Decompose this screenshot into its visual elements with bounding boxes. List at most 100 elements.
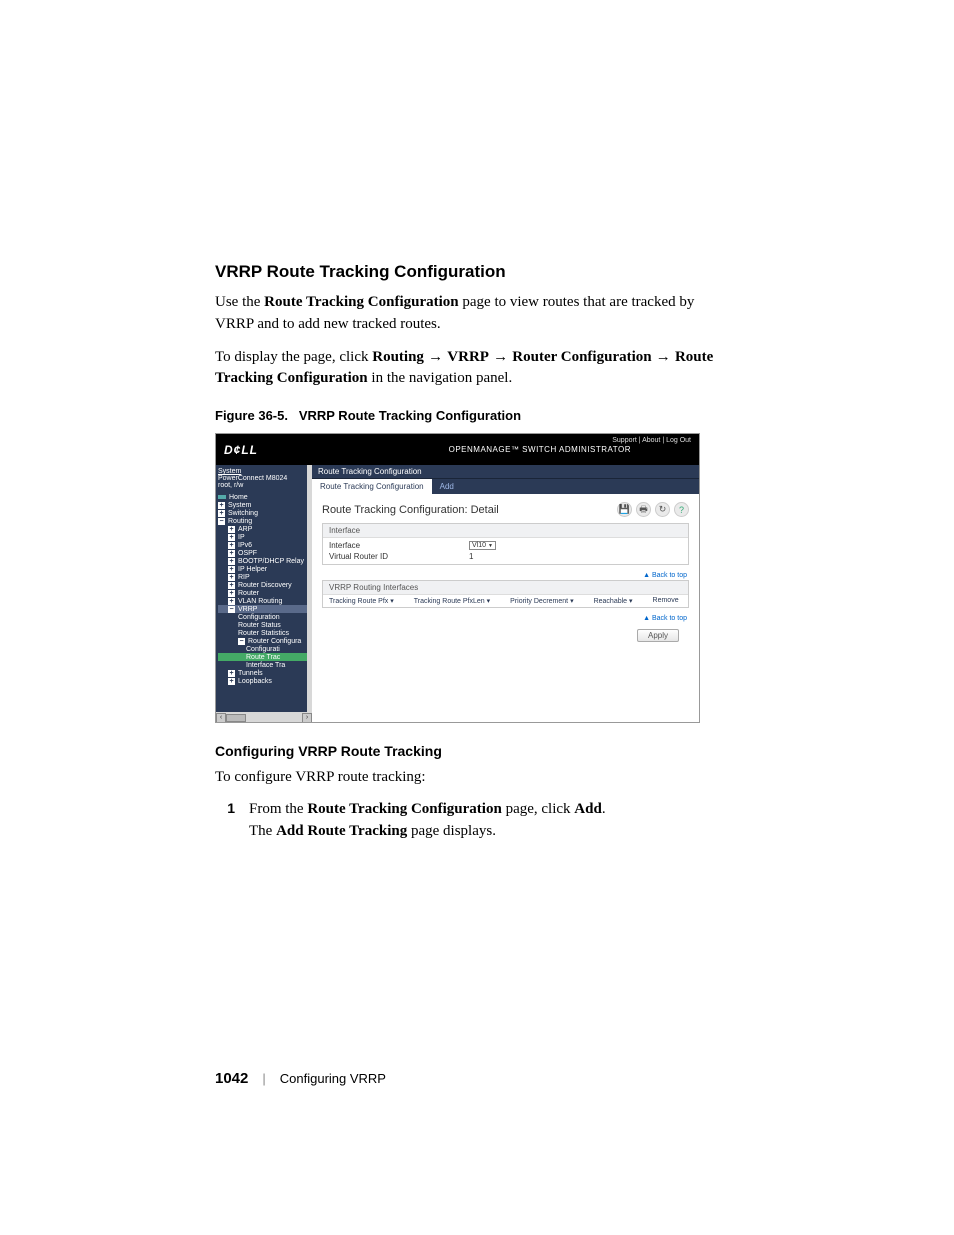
figure-title: VRRP Route Tracking Configuration xyxy=(299,408,521,423)
bold-term: Route Tracking Configuration xyxy=(307,801,501,817)
text: From the xyxy=(249,801,307,817)
scrollbar-vertical[interactable] xyxy=(307,465,312,712)
arrow-icon: → xyxy=(489,348,512,365)
figure-number: Figure 36-5. xyxy=(215,408,288,423)
bold-term: Route Tracking Configuration xyxy=(264,294,462,310)
sidebar-item-tunnels[interactable]: +Tunnels xyxy=(218,669,310,677)
sidebar-system[interactable]: System xyxy=(218,468,310,475)
section-heading: VRRP Route Tracking Configuration xyxy=(215,262,734,282)
sidebar-item-routetrack[interactable]: Route Trac xyxy=(218,653,310,661)
help-icon[interactable]: ? xyxy=(674,502,689,517)
nav-step: Routing xyxy=(372,349,424,365)
page-footer: 1042 | Configuring VRRP xyxy=(215,1070,386,1087)
group-header: Interface xyxy=(323,524,688,538)
save-icon[interactable]: 💾 xyxy=(617,502,632,517)
sidebar-item-iftrack[interactable]: Interface Tra xyxy=(218,661,310,669)
plus-icon[interactable]: + xyxy=(228,574,235,581)
arrow-icon: → xyxy=(424,348,447,365)
step-1: 1 From the Route Tracking Configuration … xyxy=(215,799,734,843)
back-to-top-link[interactable]: ▲ Back to top xyxy=(322,614,689,623)
sidebar-item-iphelper[interactable]: +IP Helper xyxy=(218,565,310,573)
tab-bar: Route Tracking Configuration Add xyxy=(312,479,699,494)
sidebar[interactable]: System PowerConnect M8024 root, r/w Home… xyxy=(216,465,312,723)
vrid-value: 1 xyxy=(469,552,473,561)
breadcrumb: Route Tracking Configuration xyxy=(312,465,699,479)
col-pfx[interactable]: Tracking Route Pfx ▾ xyxy=(329,597,394,605)
brand-text: OPENMANAGE™ SWITCH ADMINISTRATOR xyxy=(449,445,691,454)
toolbar-icons: 💾 🖶 ↻ ? xyxy=(617,502,689,517)
nav-step: VRRP xyxy=(447,349,489,365)
text: To display the page, click xyxy=(215,349,372,365)
plus-icon[interactable]: + xyxy=(228,534,235,541)
field-label-vrid: Virtual Router ID xyxy=(329,552,469,561)
sidebar-item-ip[interactable]: +IP xyxy=(218,533,310,541)
text: The xyxy=(249,823,276,839)
plus-icon[interactable]: + xyxy=(228,558,235,565)
plus-icon[interactable]: + xyxy=(228,526,235,533)
plus-icon[interactable]: + xyxy=(218,502,225,509)
bold-term: Add xyxy=(574,801,602,817)
top-links[interactable]: Support | About | Log Out xyxy=(612,437,691,444)
sidebar-item-routing[interactable]: −Routing xyxy=(218,517,310,525)
sidebar-item-rip[interactable]: +RIP xyxy=(218,573,310,581)
sub-heading: Configuring VRRP Route Tracking xyxy=(215,743,734,759)
refresh-icon[interactable]: ↻ xyxy=(655,502,670,517)
minus-icon[interactable]: − xyxy=(218,518,225,525)
plus-icon[interactable]: + xyxy=(228,590,235,597)
col-remove: Remove xyxy=(653,597,679,605)
sidebar-item-vrrp[interactable]: −VRRP xyxy=(218,605,310,613)
col-reachable[interactable]: Reachable ▾ xyxy=(594,597,633,605)
chevron-down-icon: ▼ xyxy=(488,543,493,549)
sidebar-item-system[interactable]: +System xyxy=(218,501,310,509)
plus-icon[interactable]: + xyxy=(228,550,235,557)
sidebar-item-vlan[interactable]: +VLAN Routing xyxy=(218,597,310,605)
plus-icon[interactable]: + xyxy=(228,542,235,549)
sidebar-item-rstatus[interactable]: Router Status xyxy=(218,621,310,629)
sidebar-model: PowerConnect M8024 xyxy=(218,475,310,482)
sidebar-item-home[interactable]: Home xyxy=(218,493,310,501)
interface-group: Interface Interface Vl10▼ Virtual Router… xyxy=(322,523,689,565)
col-priority[interactable]: Priority Decrement ▾ xyxy=(510,597,573,605)
sidebar-item-config[interactable]: Configuration xyxy=(218,613,310,621)
scrollbar-horizontal[interactable]: ‹› xyxy=(216,712,312,723)
table-header: Tracking Route Pfx ▾ Tracking Route PfxL… xyxy=(323,595,688,607)
sub-intro: To configure VRRP route tracking: xyxy=(215,767,734,789)
sidebar-user: root, r/w xyxy=(218,482,310,489)
plus-icon[interactable]: + xyxy=(228,582,235,589)
interface-select[interactable]: Vl10▼ xyxy=(469,541,496,550)
sidebar-item-rconfig[interactable]: −Router Configura xyxy=(218,637,310,645)
back-to-top-link[interactable]: ▲ Back to top xyxy=(322,571,689,580)
sidebar-item-configsub[interactable]: Configurati xyxy=(218,645,310,653)
figure-caption: Figure 36-5. VRRP Route Tracking Configu… xyxy=(215,408,734,423)
sidebar-item-arp[interactable]: +ARP xyxy=(218,525,310,533)
navpath-paragraph: To display the page, click Routing → VRR… xyxy=(215,346,734,391)
sidebar-item-relay[interactable]: +BOOTP/DHCP Relay xyxy=(218,557,310,565)
sidebar-item-router[interactable]: +Router xyxy=(218,589,310,597)
sidebar-item-ipv6[interactable]: +IPv6 xyxy=(218,541,310,549)
field-label-interface: Interface xyxy=(329,541,469,550)
sidebar-item-switching[interactable]: +Switching xyxy=(218,509,310,517)
plus-icon[interactable]: + xyxy=(228,678,235,685)
dell-logo: D¢LL xyxy=(224,443,258,457)
main-panel: Route Tracking Configuration Route Track… xyxy=(312,465,699,723)
text: in the navigation panel. xyxy=(368,370,513,386)
plus-icon[interactable]: + xyxy=(228,598,235,605)
page-number: 1042 xyxy=(215,1070,248,1087)
minus-icon[interactable]: − xyxy=(238,638,245,645)
plus-icon[interactable]: + xyxy=(228,566,235,573)
panel-title: Route Tracking Configuration: Detail xyxy=(322,504,499,516)
tab-add[interactable]: Add xyxy=(432,479,462,494)
text: page displays. xyxy=(407,823,496,839)
col-pfxlen[interactable]: Tracking Route PfxLen ▾ xyxy=(414,597,490,605)
print-icon[interactable]: 🖶 xyxy=(636,502,651,517)
sidebar-item-rd[interactable]: +Router Discovery xyxy=(218,581,310,589)
plus-icon[interactable]: + xyxy=(218,510,225,517)
minus-icon[interactable]: − xyxy=(228,606,235,613)
plus-icon[interactable]: + xyxy=(228,670,235,677)
tab-configuration[interactable]: Route Tracking Configuration xyxy=(312,479,432,494)
sidebar-item-rstats[interactable]: Router Statistics xyxy=(218,629,310,637)
apply-button[interactable]: Apply xyxy=(637,629,679,642)
sidebar-item-loop[interactable]: +Loopbacks xyxy=(218,677,310,685)
sidebar-item-ospf[interactable]: +OSPF xyxy=(218,549,310,557)
group-header: VRRP Routing Interfaces xyxy=(323,581,688,595)
